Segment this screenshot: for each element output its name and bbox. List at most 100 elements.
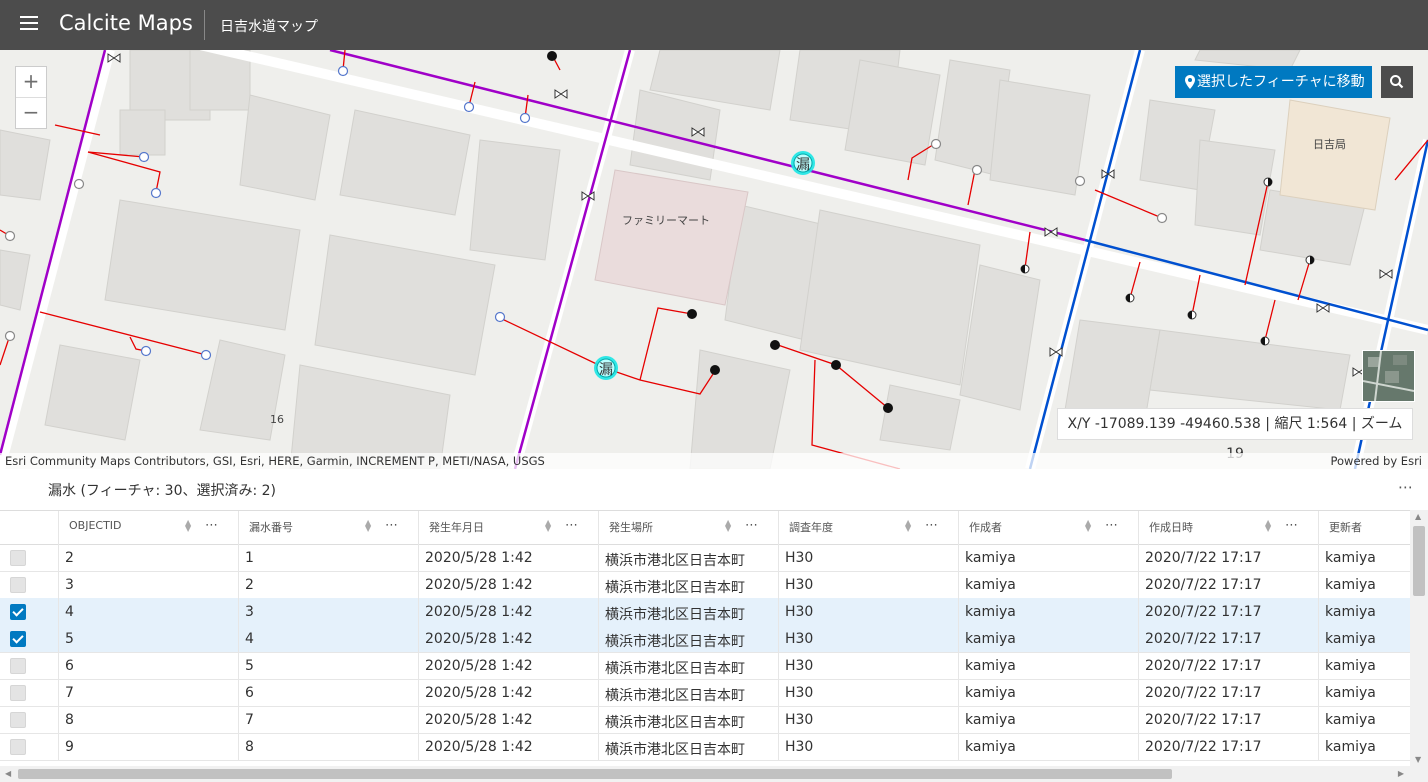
column-header[interactable]: 作成日時 ▲ ▼ ⋯ — [1139, 511, 1319, 544]
table-cell: 4 — [59, 598, 239, 625]
sort-icon[interactable]: ▲ ▼ — [365, 519, 371, 533]
cell-value: 横浜市港北区日吉本町 — [605, 742, 745, 758]
column-header[interactable]: 漏水番号 ▲ ▼ ⋯ — [239, 511, 419, 544]
row-checkbox[interactable] — [10, 631, 26, 647]
table-cell: kamiya — [1319, 706, 1410, 733]
header-select-cell — [0, 511, 59, 544]
row-checkbox[interactable] — [10, 658, 26, 674]
column-menu-icon[interactable]: ⋯ — [385, 518, 399, 533]
column-menu-icon[interactable]: ⋯ — [925, 518, 939, 533]
table-cell: H30 — [779, 598, 959, 625]
sort-icon[interactable]: ▲ ▼ — [1085, 519, 1091, 533]
sort-icon[interactable]: ▲ ▼ — [185, 519, 191, 533]
app-title: Calcite Maps — [59, 11, 193, 35]
zoom-in-button[interactable]: + — [16, 67, 46, 98]
table-row[interactable]: 3 2 2020/5/28 1:42 横浜市港北区日吉本町 H30 kamiya 2020/… — [0, 571, 1410, 599]
column-header[interactable]: 作成者 ▲ ▼ ⋯ — [959, 511, 1139, 544]
leak-marker[interactable]: 漏 — [791, 151, 815, 175]
leak-marker[interactable]: 漏 — [594, 356, 618, 380]
scroll-left-arrow-icon[interactable]: ◀ — [5, 769, 11, 778]
row-checkbox[interactable] — [10, 685, 26, 701]
column-menu-icon[interactable]: ⋯ — [745, 518, 759, 533]
column-header-label: 漏水番号 — [249, 521, 293, 534]
column-menu-icon[interactable]: ⋯ — [1285, 518, 1299, 533]
column-header-label: 発生場所 — [609, 521, 653, 534]
row-select-cell — [0, 733, 59, 760]
column-menu-icon[interactable]: ⋯ — [565, 518, 579, 533]
zoom-out-button[interactable]: − — [16, 98, 46, 128]
coordinate-readout: X/Y -17089.139 -49460.538 | 縮尺 1:564 | ズ… — [1057, 408, 1413, 462]
cell-value: 1 — [245, 550, 254, 566]
column-header-label: 更新者 — [1329, 521, 1362, 534]
row-checkbox[interactable] — [10, 712, 26, 728]
cell-value: 横浜市港北区日吉本町 — [605, 553, 745, 569]
search-button[interactable] — [1381, 66, 1413, 98]
table-row[interactable]: 8 7 2020/5/28 1:42 横浜市港北区日吉本町 H30 kamiya 2020/… — [0, 706, 1410, 734]
cell-value: 2020/7/22 17:17 — [1145, 550, 1262, 566]
column-header[interactable]: OBJECTID ▲ ▼ ⋯ — [59, 511, 239, 544]
row-select-cell — [0, 625, 59, 652]
horizontal-scroll-thumb[interactable] — [18, 769, 1172, 779]
column-header[interactable]: 調査年度 ▲ ▼ ⋯ — [779, 511, 959, 544]
column-header[interactable]: 発生年月日 ▲ ▼ ⋯ — [419, 511, 599, 544]
map-pin-icon — [1185, 75, 1195, 89]
store-label: ファミリーマート — [622, 214, 710, 227]
row-checkbox[interactable] — [10, 577, 26, 593]
cell-value: 8 — [65, 712, 74, 728]
cell-value: 3 — [65, 577, 74, 593]
table-row[interactable]: 9 8 2020/5/28 1:42 横浜市港北区日吉本町 H30 kamiya 2020/… — [0, 733, 1410, 761]
table-cell: 8 — [239, 733, 419, 760]
row-checkbox[interactable] — [10, 604, 26, 620]
table-options-menu-icon[interactable]: ⋯ — [1398, 478, 1414, 496]
table-row[interactable]: 5 4 2020/5/28 1:42 横浜市港北区日吉本町 H30 kamiya 2020/… — [0, 625, 1410, 653]
table-cell: kamiya — [959, 598, 1139, 625]
cell-value: 2020/5/28 1:42 — [425, 550, 533, 566]
horizontal-scrollbar[interactable]: ◀ ▶ — [0, 766, 1428, 782]
row-checkbox[interactable] — [10, 550, 26, 566]
goto-selected-feature-button[interactable]: 選択したフィーチャに移動 — [1175, 66, 1372, 98]
table-cell: 2020/7/22 17:17 — [1139, 571, 1319, 598]
cell-value: 2020/5/28 1:42 — [425, 631, 533, 647]
table-cell: 2020/7/22 17:17 — [1139, 733, 1319, 760]
powered-by-text[interactable]: Powered by Esri — [1331, 454, 1423, 468]
vertical-scrollbar[interactable]: ▲ ▼ — [1410, 510, 1428, 766]
table-cell: 2020/5/28 1:42 — [419, 706, 599, 733]
column-menu-icon[interactable]: ⋯ — [1105, 518, 1119, 533]
sort-icon[interactable]: ▲ ▼ — [905, 519, 911, 533]
scroll-down-arrow-icon[interactable]: ▼ — [1415, 755, 1421, 764]
table-row[interactable]: 4 3 2020/5/28 1:42 横浜市港北区日吉本町 H30 kamiya 2020/… — [0, 598, 1410, 626]
post-office-label: 日吉局 — [1313, 138, 1346, 151]
cell-value: 横浜市港北区日吉本町 — [605, 661, 745, 677]
hamburger-menu-icon[interactable] — [20, 15, 40, 33]
row-checkbox[interactable] — [10, 739, 26, 755]
table-cell: 横浜市港北区日吉本町 — [599, 625, 779, 652]
column-header[interactable]: 更新者 — [1319, 511, 1410, 544]
title-divider — [204, 10, 205, 40]
scroll-right-arrow-icon[interactable]: ▶ — [1398, 769, 1404, 778]
overview-map-thumbnail[interactable] — [1362, 350, 1415, 402]
vertical-scroll-thumb[interactable] — [1413, 526, 1425, 596]
table-cell: kamiya — [959, 652, 1139, 679]
sort-icon[interactable]: ▲ ▼ — [545, 519, 551, 533]
cell-value: kamiya — [1325, 577, 1376, 593]
table-row[interactable]: 6 5 2020/5/28 1:42 横浜市港北区日吉本町 H30 kamiya 2020/… — [0, 652, 1410, 680]
zoom-control: + − — [15, 66, 47, 129]
table-cell: 横浜市港北区日吉本町 — [599, 652, 779, 679]
table-cell: kamiya — [959, 679, 1139, 706]
table-cell: kamiya — [959, 733, 1139, 760]
sort-icon[interactable]: ▲ ▼ — [1265, 519, 1271, 533]
map-subtitle: 日吉水道マップ — [220, 19, 318, 35]
table-cell: 横浜市港北区日吉本町 — [599, 571, 779, 598]
table-row[interactable]: 2 1 2020/5/28 1:42 横浜市港北区日吉本町 H30 kamiya 2020/… — [0, 544, 1410, 572]
table-cell: 2020/7/22 17:17 — [1139, 598, 1319, 625]
table-row[interactable]: 7 6 2020/5/28 1:42 横浜市港北区日吉本町 H30 kamiya 2020/… — [0, 679, 1410, 707]
map-view[interactable]: 漏 漏 ファミリーマート 日吉局 16 + − 選択したフィーチャに移動 X/Y… — [0, 50, 1428, 469]
table-cell: H30 — [779, 625, 959, 652]
sort-icon[interactable]: ▲ ▼ — [725, 519, 731, 533]
column-header-label: 調査年度 — [789, 521, 833, 534]
cell-value: 2020/5/28 1:42 — [425, 685, 533, 701]
column-menu-icon[interactable]: ⋯ — [205, 518, 219, 533]
column-header[interactable]: 発生場所 ▲ ▼ ⋯ — [599, 511, 779, 544]
scroll-up-arrow-icon[interactable]: ▲ — [1415, 512, 1421, 521]
cell-value: 横浜市港北区日吉本町 — [605, 634, 745, 650]
